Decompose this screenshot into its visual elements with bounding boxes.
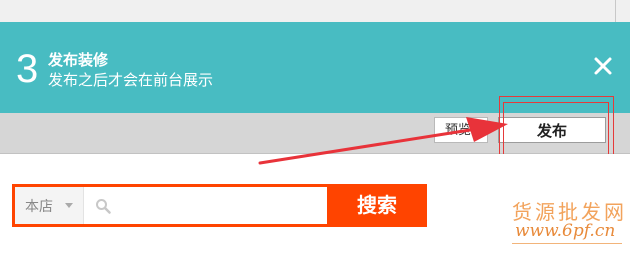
search-input[interactable] (119, 191, 323, 222)
publish-step-banner: 3 发布装修 发布之后才会在前台展示 (0, 22, 630, 113)
search-scope-select[interactable]: 本店 (15, 187, 84, 224)
preview-button[interactable]: 预览 (434, 117, 488, 143)
step-description: 发布之后才会在前台展示 (48, 71, 214, 89)
watermark-url: www.6pf.cn (515, 221, 616, 241)
shop-search-bar: 本店 搜索 (12, 184, 427, 227)
toolbar: 预览 发布 (0, 113, 630, 154)
top-strip (0, 0, 630, 23)
close-icon[interactable] (592, 55, 614, 77)
step-number: 3 (16, 47, 39, 91)
watermark-underline (512, 243, 622, 244)
search-box: 本店 (15, 187, 327, 224)
publish-button[interactable]: 发布 (498, 117, 606, 143)
search-icon (96, 199, 111, 214)
step-title: 发布装修 (48, 51, 109, 69)
chevron-down-icon (65, 203, 73, 208)
search-button[interactable]: 搜索 (327, 184, 427, 227)
search-scope-label: 本店 (25, 199, 53, 215)
window-edge (615, 0, 616, 22)
